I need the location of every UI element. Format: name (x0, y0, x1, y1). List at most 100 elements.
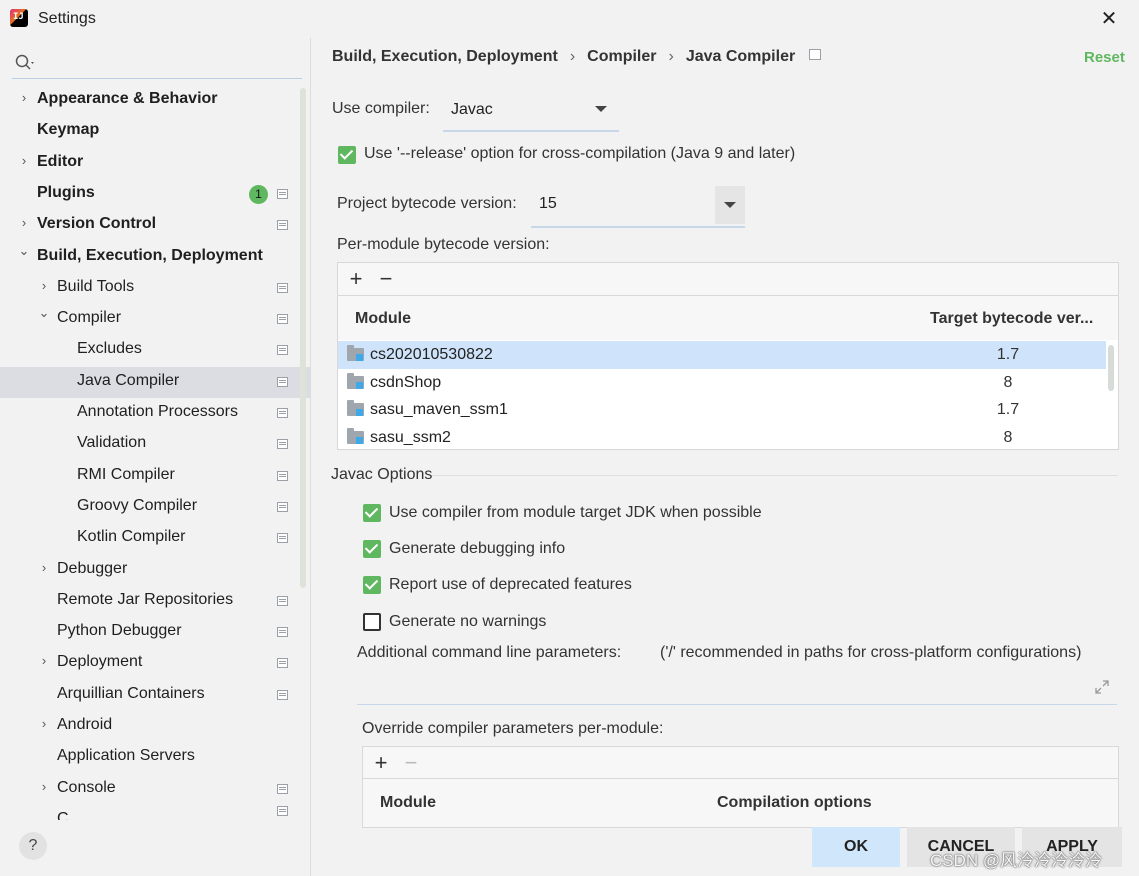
add-module-button[interactable]: + (346, 265, 366, 293)
table-scrollbar[interactable] (1108, 345, 1114, 391)
target-bytecode-version[interactable]: 8 (978, 429, 1038, 447)
project-scope-icon (277, 220, 288, 231)
chevron-right-icon[interactable]: › (17, 216, 31, 230)
sidebar-item[interactable]: Kotlin Compiler (0, 523, 310, 554)
module-name: sasu_maven_ssm1 (370, 401, 508, 419)
module-name: cs202010530822 (370, 346, 493, 363)
sidebar-item[interactable]: Arquillian Containers (0, 680, 310, 711)
sidebar-item-label: Android (57, 716, 113, 733)
sidebar-item[interactable]: C... (0, 805, 310, 836)
module-folder-icon (347, 345, 364, 361)
additional-params-input[interactable] (357, 668, 1117, 704)
dropdown-button[interactable] (715, 186, 745, 224)
module-name: sasu_ssm2 (370, 429, 451, 447)
sidebar-item[interactable]: Validation (0, 429, 310, 460)
sidebar-item[interactable]: Excludes (0, 335, 310, 366)
table-row[interactable]: sasu_ssm2 8 (338, 424, 1106, 452)
update-count-badge: 1 (249, 184, 268, 204)
sidebar-item-label: Annotation Processors (77, 403, 238, 420)
table-row[interactable]: csdnShop 8 (338, 369, 1106, 397)
sidebar-item-label: Excludes (77, 340, 142, 358)
sidebar-item[interactable]: ⌄ Compiler (0, 304, 310, 335)
project-scope-icon (277, 595, 288, 606)
sidebar-item[interactable]: Remote Jar Repositories (0, 586, 310, 617)
sidebar-item[interactable]: › Debugger (0, 555, 310, 586)
close-icon[interactable]: ✕ (1096, 6, 1122, 32)
sidebar-item[interactable]: › Appearance & Behavior (0, 85, 310, 116)
javac-option-checkbox[interactable] (363, 576, 381, 594)
sidebar-item[interactable]: › Android (0, 711, 310, 742)
sidebar-item[interactable]: Plugins 1 (0, 179, 310, 210)
table-header: Module Compilation options (363, 779, 1118, 827)
add-override-button[interactable]: + (371, 749, 391, 777)
remove-override-button[interactable]: − (401, 749, 421, 777)
use-compiler-label: Use compiler: (332, 100, 430, 117)
javac-option-checkbox[interactable] (363, 504, 381, 522)
sidebar-item[interactable]: Keymap (0, 116, 310, 147)
help-button[interactable]: ? (19, 832, 47, 860)
column-header-module[interactable]: Module (355, 310, 411, 328)
sidebar-item[interactable]: Groovy Compiler (0, 492, 310, 523)
sidebar-item-label: Keymap (37, 121, 100, 139)
module-folder-icon (347, 372, 364, 389)
sidebar-item[interactable]: › Console (0, 774, 310, 805)
table-row[interactable]: cs202010530822 1.7 (338, 341, 1106, 369)
remove-module-button[interactable]: − (376, 265, 396, 293)
sidebar-item-label: Version Control (37, 215, 157, 233)
sidebar-item[interactable]: › Editor (0, 148, 310, 179)
project-bytecode-dropdown[interactable]: 15 (531, 186, 745, 228)
release-option-label: Use '--release' option for cross-compila… (364, 145, 796, 162)
chevron-down-icon[interactable]: ⌄ (37, 306, 51, 320)
project-scope-icon (277, 470, 288, 481)
ok-button[interactable]: OK (812, 827, 900, 867)
sidebar-item[interactable]: Application Servers (0, 742, 310, 773)
sidebar-item[interactable]: RMI Compiler (0, 461, 310, 492)
column-header-compilation-options[interactable]: Compilation options (717, 794, 872, 812)
project-scope-icon (277, 188, 288, 199)
table-header: Module Target bytecode ver... (338, 296, 1118, 340)
target-bytecode-version[interactable]: 1.7 (978, 401, 1038, 419)
sidebar-item[interactable]: Annotation Processors (0, 398, 310, 429)
intellij-app-icon: IJ (10, 9, 28, 27)
window-title: Settings (38, 10, 96, 27)
sidebar-item[interactable]: Java Compiler (0, 366, 310, 398)
sidebar-item[interactable]: › Build Tools (0, 273, 310, 304)
sidebar-item-label: Kotlin Compiler (77, 528, 186, 546)
reset-link[interactable]: Reset (1084, 49, 1125, 66)
project-scope-icon (277, 805, 288, 816)
breadcrumb-item[interactable]: Build, Execution, Deployment (332, 48, 558, 66)
column-header-module[interactable]: Module (380, 794, 436, 812)
target-bytecode-version[interactable]: 8 (978, 374, 1038, 392)
chevron-right-icon[interactable]: › (37, 560, 51, 575)
chevron-down-icon[interactable]: ⌄ (17, 243, 31, 258)
release-option-checkbox[interactable] (338, 146, 356, 164)
chevron-right-icon[interactable]: › (17, 91, 31, 105)
column-header-target-bytecode[interactable]: Target bytecode ver... (930, 310, 1093, 328)
per-module-label: Per-module bytecode version: (337, 236, 550, 253)
target-bytecode-version[interactable]: 1.7 (978, 346, 1038, 364)
sidebar-item[interactable]: › Version Control (0, 210, 310, 241)
sidebar-scrollbar[interactable] (300, 88, 306, 588)
table-row[interactable]: sasu_maven_ssm1 1.7 (338, 396, 1106, 424)
chevron-right-icon[interactable]: › (37, 654, 51, 668)
table-toolbar: + − (338, 263, 1118, 296)
sidebar-item-label: Build, Execution, Deployment (37, 246, 263, 264)
chevron-right-icon[interactable]: › (37, 779, 51, 794)
sidebar-item[interactable]: Python Debugger (0, 617, 310, 648)
javac-option-checkbox[interactable] (363, 540, 381, 558)
project-scope-icon (277, 439, 288, 450)
sidebar-item[interactable]: › Deployment (0, 648, 310, 679)
settings-search-field[interactable] (12, 50, 302, 79)
expand-icon[interactable] (1094, 679, 1110, 695)
chevron-right-icon[interactable]: › (37, 717, 51, 731)
javac-options-title: Javac Options (331, 466, 433, 483)
chevron-right-icon[interactable]: › (37, 278, 51, 293)
sidebar-item[interactable]: ⌄ Build, Execution, Deployment (0, 242, 310, 273)
breadcrumb-item[interactable]: Compiler (587, 48, 656, 66)
javac-option-checkbox[interactable] (363, 613, 381, 631)
chevron-right-icon[interactable]: › (17, 153, 31, 168)
sidebar-item-label: Application Servers (57, 747, 195, 765)
use-compiler-value: Javac (451, 101, 493, 118)
project-scope-icon (809, 49, 822, 61)
use-compiler-dropdown[interactable]: Javac (443, 92, 619, 132)
